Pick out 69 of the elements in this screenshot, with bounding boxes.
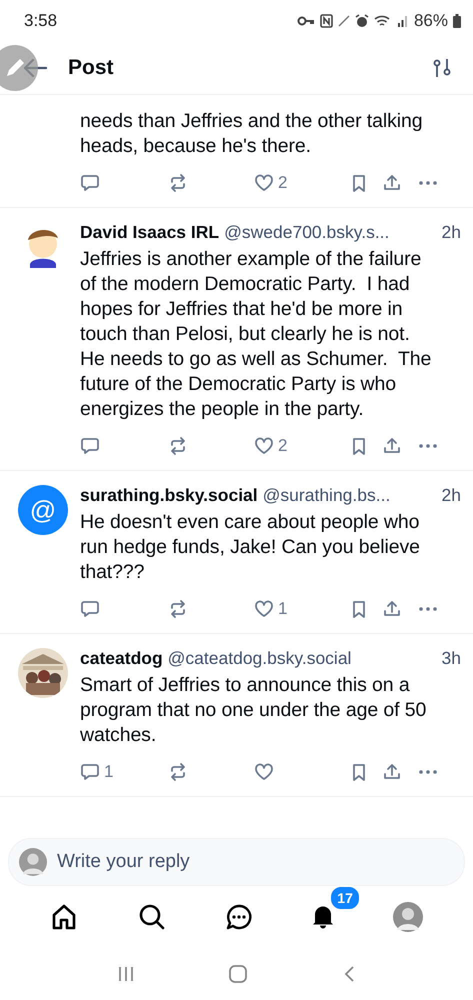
heart-icon xyxy=(254,173,274,193)
like-button[interactable]: 1 xyxy=(254,599,350,619)
share-icon xyxy=(382,762,402,782)
post-time: 2h xyxy=(442,485,461,506)
more-icon xyxy=(418,443,438,449)
battery-icon xyxy=(453,14,461,28)
heart-icon xyxy=(254,599,274,619)
wifi-icon xyxy=(374,14,392,28)
share-icon xyxy=(382,436,402,456)
post-text: He doesn't even care about people who run hedge funds, Jake! Can you believe that??? xyxy=(80,510,421,585)
alarm-icon xyxy=(354,14,369,28)
post-text: Smart of Jeffries to announce this on a program that no one under the age of 50 watches. xyxy=(80,673,428,748)
signal-icon xyxy=(396,15,409,27)
author-name[interactable]: David Isaacs IRL xyxy=(80,222,220,243)
heart-icon xyxy=(254,762,274,782)
sliders-icon[interactable] xyxy=(433,58,451,78)
more-button[interactable] xyxy=(418,443,438,449)
post-text: needs than Jeffries and the other talking heads, because he's there. xyxy=(80,109,424,159)
speech-bubble-icon xyxy=(80,599,100,619)
post-time: 2h xyxy=(442,222,461,243)
pencil-icon xyxy=(4,57,26,79)
home-icon[interactable] xyxy=(50,903,78,931)
repost-icon xyxy=(168,173,188,193)
repost-icon xyxy=(168,436,188,456)
reply-field[interactable]: Write your reply xyxy=(8,838,465,886)
author-handle[interactable]: @cateatdog.bsky.social xyxy=(168,648,437,669)
bookmark-icon xyxy=(350,436,368,456)
speech-bubble-icon xyxy=(80,762,100,782)
repost-icon xyxy=(168,599,188,619)
status-time: 3:58 xyxy=(24,11,58,31)
bell-icon[interactable] xyxy=(313,905,334,929)
share-icon xyxy=(382,599,402,619)
reply-input[interactable]: Write your reply xyxy=(55,850,454,874)
bookmark-icon xyxy=(350,173,368,193)
nfc-icon xyxy=(320,14,333,28)
more-button[interactable] xyxy=(418,180,438,186)
speech-bubble-icon xyxy=(80,173,100,193)
back-icon[interactable] xyxy=(342,965,356,983)
more-button[interactable] xyxy=(418,769,438,775)
chat-icon[interactable] xyxy=(225,903,254,931)
speech-bubble-icon xyxy=(80,436,100,456)
share-icon xyxy=(382,173,402,193)
bookmark-icon xyxy=(350,599,368,619)
pen-icon xyxy=(338,15,350,27)
more-icon xyxy=(418,180,438,186)
page-title: Post xyxy=(68,56,115,80)
author-name[interactable]: cateatdog xyxy=(80,648,163,669)
repost-icon xyxy=(168,762,188,782)
like-button[interactable]: 2 xyxy=(254,173,350,193)
post-time: 3h xyxy=(442,648,461,669)
more-button[interactable] xyxy=(418,606,438,612)
author-handle[interactable]: @surathing.bs... xyxy=(262,485,437,506)
home-button-icon[interactable] xyxy=(228,964,248,984)
compose-button[interactable] xyxy=(0,45,38,91)
battery-level: 86% xyxy=(414,11,448,31)
notification-count: 17 xyxy=(329,885,361,911)
post-text: Jeffries is another example of the failure of the modern Democratic Party. I had hopes for Jeffries that he'd be more in touch than Pelosi, but clearly he is not. He needs to go as well as Schumer. The future of the Democratic Party is who energizes the people in the party. xyxy=(80,247,432,422)
reply-button[interactable]: 1 xyxy=(80,762,168,782)
key-icon xyxy=(296,16,315,26)
bookmark-icon xyxy=(350,762,368,782)
more-icon xyxy=(418,769,438,775)
recent-apps-icon[interactable] xyxy=(116,965,135,983)
like-button[interactable]: 2 xyxy=(254,436,350,456)
author-handle[interactable]: @swede700.bsky.s... xyxy=(224,222,437,243)
heart-icon xyxy=(254,436,274,456)
search-icon[interactable] xyxy=(138,903,166,931)
avatar[interactable]: @ xyxy=(18,485,68,535)
more-icon xyxy=(418,606,438,612)
author-name[interactable]: surathing.bsky.social xyxy=(80,485,258,506)
